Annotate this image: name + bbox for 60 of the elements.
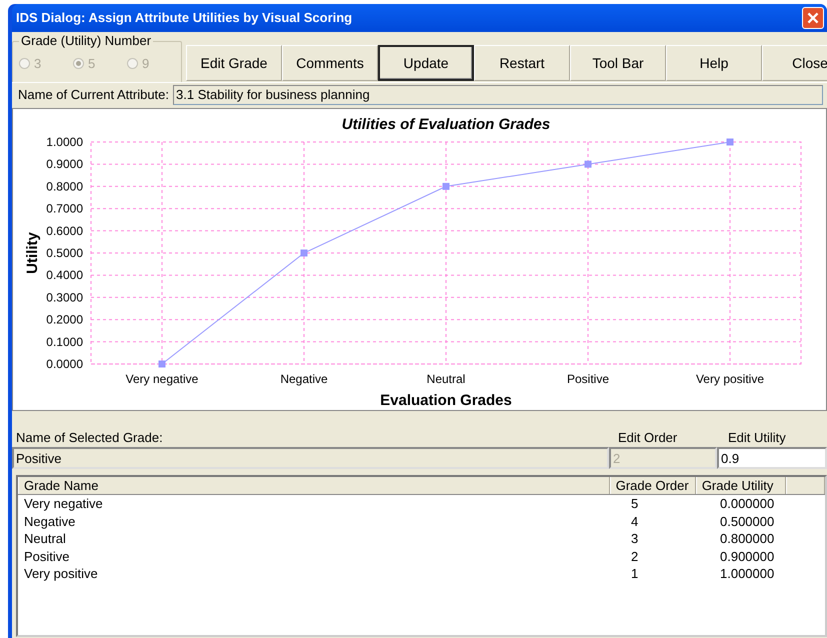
table-cell: Neutral bbox=[24, 531, 66, 546]
tick-label: Very negative bbox=[126, 372, 198, 386]
table-cell: 2 bbox=[631, 548, 638, 564]
column-header[interactable]: Grade Utility bbox=[696, 477, 786, 494]
window-title: IDS Dialog: Assign Attribute Utilities by Visual Scoring bbox=[16, 9, 352, 28]
dialog-button[interactable]: Close bbox=[762, 45, 827, 81]
axis-title: Evaluation Grades bbox=[380, 392, 512, 409]
table-cell: 0.000000 bbox=[720, 496, 774, 511]
dialog-button[interactable]: Comments bbox=[282, 45, 378, 81]
tick-label: Negative bbox=[280, 372, 328, 386]
table-cell: 0.500000 bbox=[720, 514, 774, 528]
tick-label: Positive bbox=[566, 372, 610, 386]
tick-label: 0.0000 bbox=[46, 357, 83, 371]
table-cell: Very negative bbox=[24, 496, 103, 511]
tick-label: 0.5000 bbox=[46, 246, 83, 260]
tick-label: 0.1000 bbox=[46, 334, 83, 349]
column-header[interactable]: Grade Name bbox=[18, 477, 610, 494]
tick-label: 1.0000 bbox=[46, 135, 83, 149]
table-cell: Positive bbox=[24, 548, 70, 564]
attribute-label: Name of Current Attribute: bbox=[18, 86, 170, 104]
table-cell: Very positive bbox=[24, 566, 98, 581]
tick-label: 0.8000 bbox=[46, 179, 83, 194]
column-header[interactable]: Grade Order bbox=[610, 477, 696, 494]
dialog-button[interactable]: Restart bbox=[474, 45, 570, 81]
field-label: Edit Utility bbox=[728, 428, 786, 447]
table-cell: 3 bbox=[631, 531, 638, 546]
dialog-button[interactable]: Help bbox=[666, 45, 762, 81]
tick-label: 0.9000 bbox=[46, 157, 83, 172]
tick-label: 0.6000 bbox=[46, 224, 83, 238]
utility-field[interactable]: 0.9 bbox=[717, 447, 827, 469]
field-label: Name of Selected Grade: bbox=[16, 428, 164, 446]
dialog-button[interactable]: Edit Grade bbox=[186, 45, 282, 81]
grade-name-field[interactable]: Positive bbox=[12, 447, 609, 469]
table-cell: 4 bbox=[631, 514, 638, 528]
axis-title: Utility bbox=[24, 232, 41, 274]
tick-label: Very positive bbox=[696, 372, 764, 386]
close-icon[interactable] bbox=[802, 7, 824, 29]
tick-label: 0.3000 bbox=[46, 290, 83, 304]
table-cell: Negative bbox=[24, 514, 76, 528]
tick-label: 0.7000 bbox=[46, 202, 83, 216]
tick-label: Neutral bbox=[426, 372, 466, 386]
data-point bbox=[584, 160, 592, 168]
data-point bbox=[442, 182, 450, 190]
tick-label: 0.2000 bbox=[46, 312, 83, 327]
table-cell: 1.000000 bbox=[720, 566, 774, 581]
attribute-field: 3.1 Stability for business planning bbox=[173, 84, 823, 104]
table-cell: 0.800000 bbox=[720, 531, 774, 546]
column-header[interactable] bbox=[786, 477, 825, 494]
data-point bbox=[300, 250, 308, 256]
group-label: Grade (Utility) Number bbox=[19, 33, 154, 49]
data-point bbox=[726, 138, 734, 146]
dialog-button[interactable]: Tool Bar bbox=[570, 45, 666, 81]
dialog-button[interactable]: Update bbox=[378, 45, 474, 81]
tick-label: 0.4000 bbox=[46, 268, 83, 282]
table-cell: 0.900000 bbox=[720, 548, 774, 564]
field-label: Edit Order bbox=[618, 428, 678, 446]
table-cell: 5 bbox=[631, 496, 638, 511]
chart-title: Utilities of Evaluation Grades bbox=[342, 116, 550, 133]
table-cell: 1 bbox=[631, 566, 638, 581]
data-point bbox=[158, 360, 166, 368]
